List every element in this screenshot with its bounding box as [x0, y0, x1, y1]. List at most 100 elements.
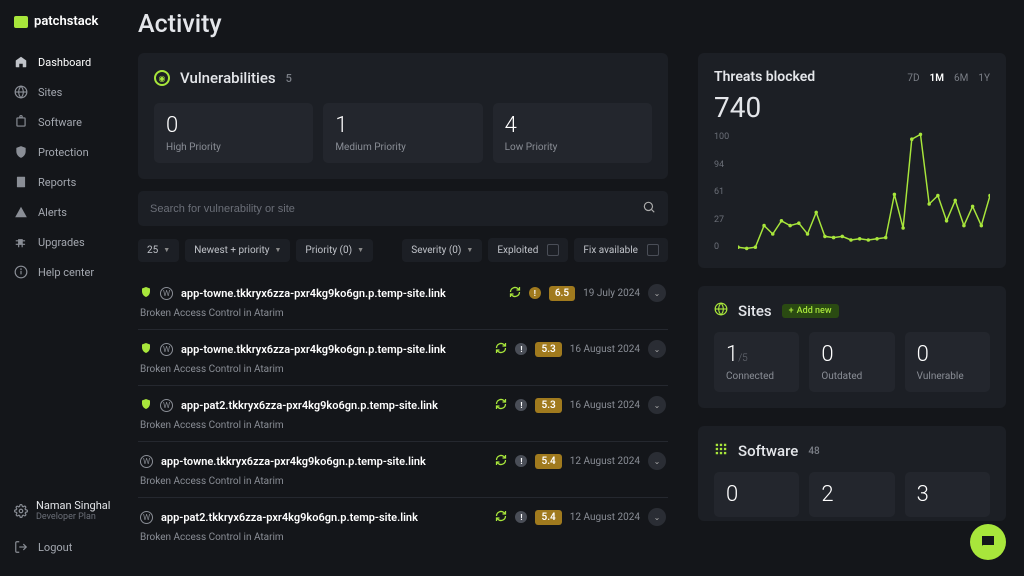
stat-card[interactable]: 1/5 Connected	[714, 332, 799, 392]
vulnerability-date: 19 July 2024	[583, 288, 640, 299]
refresh-icon[interactable]	[495, 454, 507, 469]
stat-card[interactable]: 0 Outdated	[809, 332, 894, 392]
y-tick: 94	[714, 160, 729, 170]
severity-badge: 5.4	[535, 510, 561, 525]
logout-icon	[14, 540, 28, 554]
add-site-button[interactable]: + Add new	[782, 304, 839, 318]
exploited-toggle[interactable]: Exploited	[488, 238, 568, 262]
stat-num: 0	[166, 113, 301, 138]
nav-item-dashboard[interactable]: Dashboard	[0, 47, 128, 77]
more-button[interactable]: ⌄	[648, 284, 666, 302]
vulnerability-desc: Broken Access Control in Atarim	[140, 532, 666, 543]
search-input[interactable]	[150, 203, 642, 215]
brand-logo[interactable]: patchstack	[0, 14, 128, 47]
software-title: Software	[738, 442, 798, 460]
stat-label: High Priority	[166, 142, 301, 153]
report-icon	[14, 175, 28, 189]
vulnerability-row[interactable]: W app-pat2.tkkryx6zza-pxr4kg9ko6gn.p.tem…	[138, 385, 668, 441]
home-icon	[14, 55, 28, 69]
user-name: Naman Singhal	[36, 499, 110, 512]
checkbox-icon	[647, 244, 659, 256]
wordpress-icon: W	[160, 399, 173, 412]
threats-total: 740	[714, 91, 990, 124]
vulnerability-row[interactable]: W app-towne.tkkryx6zza-pxr4kg9ko6gn.p.te…	[138, 441, 668, 497]
nav-item-help-center[interactable]: Help center	[0, 257, 128, 287]
nav-item-upgrades[interactable]: Upgrades	[0, 227, 128, 257]
chat-fab[interactable]	[970, 524, 1006, 560]
priority-filter[interactable]: Priority (0)▼	[296, 239, 373, 262]
vulnerabilities-title: Vulnerabilities	[180, 69, 276, 87]
range-tab-1y[interactable]: 1Y	[978, 73, 990, 84]
nav-item-sites[interactable]: Sites	[0, 77, 128, 107]
stat-card[interactable]: 3	[905, 472, 990, 517]
nav-item-protection[interactable]: Protection	[0, 137, 128, 167]
shield-icon	[140, 342, 152, 357]
severity-filter[interactable]: Severity (0)▼	[402, 239, 482, 262]
nav-label: Dashboard	[38, 56, 91, 69]
nav-item-software[interactable]: Software	[0, 107, 128, 137]
range-tab-1m[interactable]: 1M	[930, 73, 944, 84]
vulnerability-site: app-towne.tkkryx6zza-pxr4kg9ko6gn.p.temp…	[181, 343, 446, 356]
sort-select[interactable]: Newest + priority▼	[185, 239, 290, 262]
search-icon[interactable]	[642, 200, 656, 217]
fix-toggle[interactable]: Fix available	[574, 238, 668, 262]
more-button[interactable]: ⌄	[648, 508, 666, 526]
stat-label: Vulnerable	[917, 371, 978, 382]
nav-label: Upgrades	[38, 236, 85, 249]
vulnerability-row[interactable]: W app-towne.tkkryx6zza-pxr4kg9ko6gn.p.te…	[138, 329, 668, 385]
wordpress-icon: W	[140, 511, 153, 524]
nav-item-alerts[interactable]: Alerts	[0, 197, 128, 227]
range-tab-6m[interactable]: 6M	[954, 73, 968, 84]
logout-label: Logout	[38, 541, 72, 554]
more-button[interactable]: ⌄	[648, 340, 666, 358]
vulnerability-date: 16 August 2024	[570, 400, 640, 411]
refresh-icon[interactable]	[495, 342, 507, 357]
refresh-icon[interactable]	[495, 398, 507, 413]
more-button[interactable]: ⌄	[648, 452, 666, 470]
stat-card[interactable]: 0	[714, 472, 799, 517]
stat-card[interactable]: 2	[809, 472, 894, 517]
warning-icon: !	[529, 287, 541, 299]
search-bar[interactable]	[138, 191, 668, 226]
page-size-select[interactable]: 25▼	[138, 239, 179, 262]
alert-icon	[14, 205, 28, 219]
logout-button[interactable]: Logout	[0, 532, 128, 562]
stat-card[interactable]: 0 High Priority	[154, 103, 313, 163]
stat-card[interactable]: 0 Vulnerable	[905, 332, 990, 392]
stat-label: Connected	[726, 371, 787, 382]
nav-item-reports[interactable]: Reports	[0, 167, 128, 197]
vulnerability-row[interactable]: W app-towne.tkkryx6zza-pxr4kg9ko6gn.p.te…	[138, 274, 668, 329]
vulnerability-date: 16 August 2024	[570, 344, 640, 355]
shield-icon	[140, 398, 152, 413]
software-count: 48	[808, 446, 819, 457]
range-tab-7d[interactable]: 7D	[907, 73, 919, 84]
stat-num: 0	[917, 342, 978, 367]
checkbox-icon	[547, 244, 559, 256]
wordpress-icon: W	[140, 455, 153, 468]
sites-panel: Sites + Add new 1/5 Connected 0 Outdated…	[698, 286, 1006, 408]
y-tick: 0	[714, 242, 729, 252]
chat-icon	[979, 533, 997, 551]
puzzle-icon	[14, 235, 28, 249]
stat-num: 0	[821, 342, 882, 367]
y-tick: 61	[714, 187, 729, 197]
stat-label: Low Priority	[505, 142, 640, 153]
chevron-down-icon: ▼	[357, 246, 364, 254]
warning-icon: !	[515, 343, 527, 355]
refresh-icon[interactable]	[509, 286, 521, 301]
refresh-icon[interactable]	[495, 510, 507, 525]
nav-label: Protection	[38, 146, 89, 159]
stat-card[interactable]: 1 Medium Priority	[323, 103, 482, 163]
stat-num: 2	[821, 482, 882, 507]
vulnerability-row[interactable]: W app-pat2.tkkryx6zza-pxr4kg9ko6gn.p.tem…	[138, 497, 668, 553]
stat-card[interactable]: 4 Low Priority	[493, 103, 652, 163]
brand-icon	[14, 16, 28, 28]
nav-label: Help center	[38, 266, 94, 279]
more-button[interactable]: ⌄	[648, 396, 666, 414]
warning-icon: !	[515, 511, 527, 523]
globe-icon	[714, 302, 728, 320]
range-tabs: 7D 1M 6M 1Y	[907, 73, 990, 84]
threats-title: Threats blocked	[714, 69, 815, 85]
stat-num: 0	[726, 482, 787, 507]
user-block[interactable]: Naman Singhal Developer Plan	[0, 491, 128, 530]
